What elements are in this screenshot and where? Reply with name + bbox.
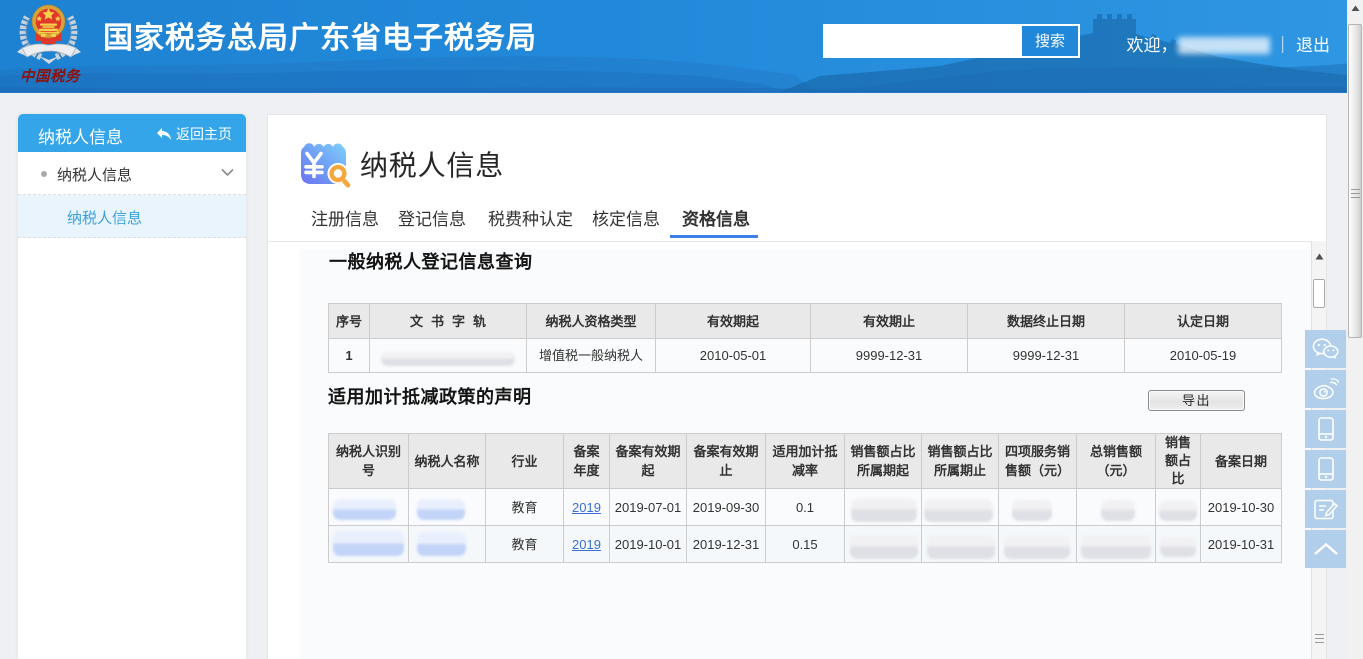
- svg-text:中国税务: 中国税务: [20, 68, 82, 85]
